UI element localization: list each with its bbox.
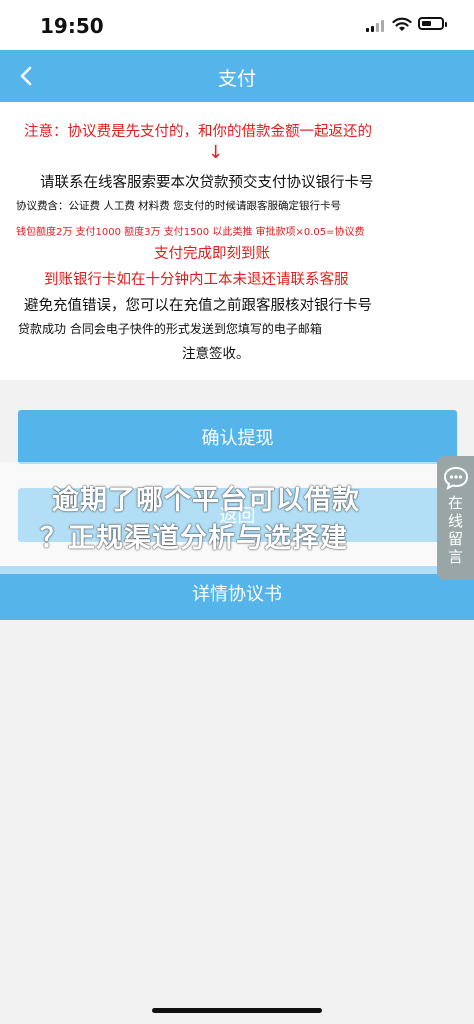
notice-line-4: 钱包额度2万 支付1000 额度3万 支付1500 以此类推 审批款项×0.05… bbox=[16, 227, 365, 238]
payment-notice-card: 注意：协议费是先支付的，和你的借款金额一起返还的 ↓ 请联系在线客服索要本次贷款… bbox=[0, 102, 474, 380]
notice-line-5: 支付完成即刻到账 bbox=[154, 246, 270, 262]
status-bar: 19:50 bbox=[0, 0, 474, 50]
notice-line-8: 贷款成功 合同会电子快件的形式发送到您填写的电子邮箱 bbox=[18, 322, 322, 336]
nav-bar: 支付 bbox=[0, 50, 474, 102]
notice-line-9: 注意签收。 bbox=[182, 346, 250, 362]
banner-line-2: ？正规渠道分析与选择建 bbox=[40, 523, 348, 554]
home-indicator[interactable] bbox=[152, 1008, 322, 1013]
down-arrow-icon: ↓ bbox=[208, 142, 224, 163]
battery-icon bbox=[418, 17, 447, 30]
online-message-widget[interactable]: 在线留言 bbox=[437, 456, 474, 580]
notice-line-2: 请联系在线客服索要本次贷款预交支付协议银行卡号 bbox=[40, 175, 374, 191]
chat-bubble-icon bbox=[443, 466, 468, 490]
confirm-withdraw-button[interactable]: 确认提现 bbox=[18, 410, 457, 464]
wifi-icon bbox=[392, 17, 412, 31]
banner-line-1: 逾期了哪个平台可以借款 bbox=[52, 485, 360, 516]
agreement-details-button[interactable]: 详情协议书 bbox=[0, 566, 474, 620]
notice-line-7: 避免充值错误，您可以在充值之前跟客服核对银行卡号 bbox=[24, 298, 372, 314]
cellular-signal-icon bbox=[366, 20, 386, 32]
page-title: 支付 bbox=[217, 68, 256, 90]
online-message-label: 在线留言 bbox=[447, 494, 463, 566]
status-time: 19:50 bbox=[40, 14, 104, 38]
notice-line-3: 协议费含：公证费 人工费 材料费 您支付的时候请跟客服确定银行卡号 bbox=[16, 200, 342, 212]
notice-line-6: 到账银行卡如在十分钟内工本未退还请联系客服 bbox=[44, 272, 349, 288]
notice-line-1: 注意：协议费是先支付的，和你的借款金额一起返还的 bbox=[24, 124, 372, 140]
overlay-banner[interactable]: 逾期了哪个平台可以借款 ？正规渠道分析与选择建 bbox=[0, 462, 474, 574]
